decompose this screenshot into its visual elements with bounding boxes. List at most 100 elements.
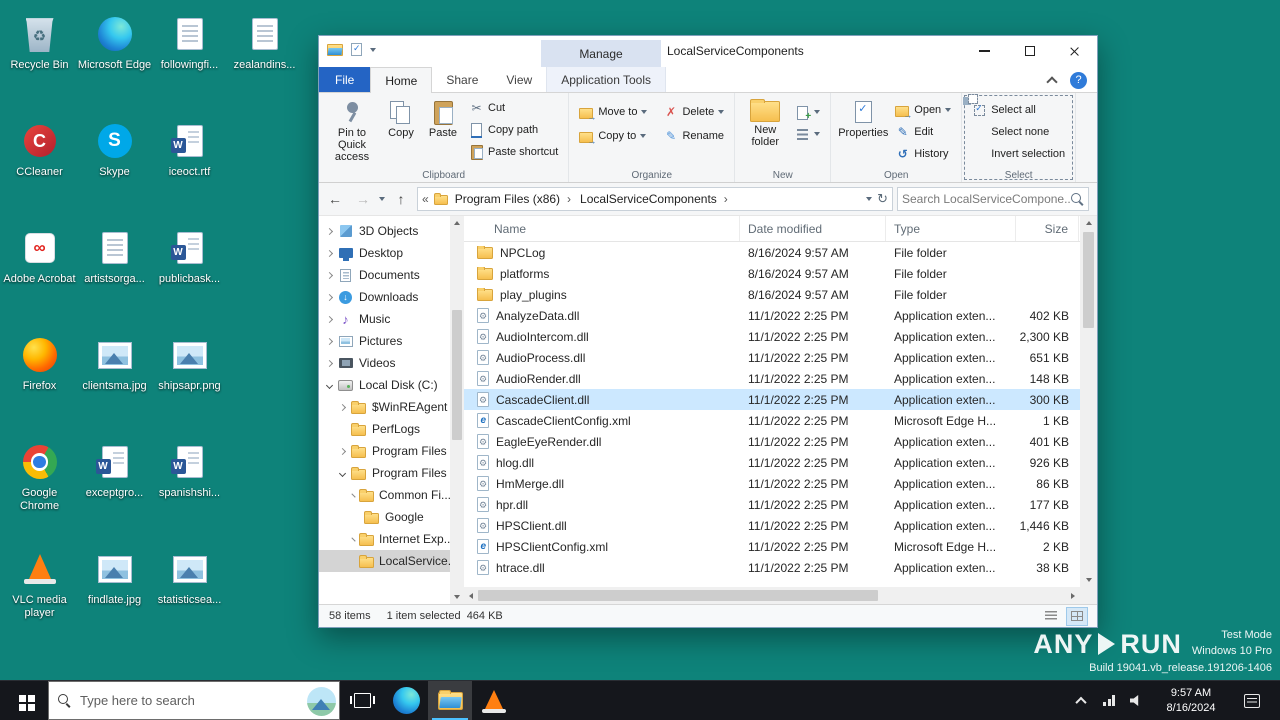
properties-qat-icon[interactable] bbox=[351, 43, 362, 56]
recent-locations-chevron-icon[interactable] bbox=[379, 197, 385, 201]
copy-button[interactable]: Copy bbox=[381, 96, 421, 142]
column-header-size[interactable]: Size bbox=[1016, 216, 1079, 241]
file-row[interactable]: AnalyzeData.dll 11/1/2022 2:25 PM Applic… bbox=[464, 305, 1080, 326]
file-row[interactable]: platforms 8/16/2024 9:57 AM File folder bbox=[464, 263, 1080, 284]
paste-shortcut-button[interactable]: Paste shortcut bbox=[465, 142, 562, 162]
desktop-icon[interactable]: findlate.jpg bbox=[77, 541, 152, 648]
properties-button[interactable]: Properties bbox=[837, 96, 889, 142]
folder-tree-item[interactable]: Desktop bbox=[319, 242, 450, 264]
scroll-down-icon[interactable] bbox=[450, 590, 464, 604]
folder-tree-item[interactable]: Music bbox=[319, 308, 450, 330]
minimize-button[interactable] bbox=[962, 36, 1007, 66]
file-row[interactable]: hlog.dll 11/1/2022 2:25 PM Application e… bbox=[464, 452, 1080, 473]
tab-application-tools[interactable]: Application Tools bbox=[546, 67, 666, 92]
edit-button[interactable]: Edit bbox=[891, 122, 955, 142]
desktop-icon[interactable]: CCleaner bbox=[2, 113, 77, 220]
expand-chevron-icon[interactable] bbox=[326, 315, 333, 322]
history-button[interactable]: History bbox=[891, 144, 955, 164]
desktop-icon[interactable]: publicbask... bbox=[152, 220, 227, 327]
expand-chevron-icon[interactable] bbox=[326, 293, 333, 300]
easy-access-button[interactable] bbox=[791, 124, 824, 144]
new-folder-button[interactable]: New folder bbox=[741, 96, 789, 151]
breadcrumb-segment[interactable]: Program Files (x86) bbox=[453, 192, 573, 206]
breadcrumb-segment[interactable]: LocalServiceComponents bbox=[578, 192, 730, 206]
close-button[interactable] bbox=[1052, 36, 1097, 66]
folder-tree-item[interactable]: Program Files bbox=[319, 462, 450, 484]
desktop-icon[interactable]: statisticsea... bbox=[152, 541, 227, 648]
network-button[interactable] bbox=[1096, 681, 1122, 720]
tab-home[interactable]: Home bbox=[370, 67, 432, 93]
file-row[interactable]: HPSClient.dll 11/1/2022 2:25 PM Applicat… bbox=[464, 515, 1080, 536]
folder-tree-item[interactable]: PerfLogs bbox=[319, 418, 450, 440]
file-row[interactable]: HPSClientConfig.xml 11/1/2022 2:25 PM Mi… bbox=[464, 536, 1080, 557]
breadcrumb-overflow-icon[interactable] bbox=[422, 192, 429, 206]
column-header-name[interactable]: Name bbox=[464, 216, 740, 241]
details-view-button[interactable] bbox=[1041, 608, 1061, 625]
expand-chevron-icon[interactable] bbox=[326, 249, 333, 256]
desktop-icon[interactable]: Skype bbox=[77, 113, 152, 220]
desktop-icon[interactable]: Adobe Acrobat bbox=[2, 220, 77, 327]
expand-chevron-icon[interactable] bbox=[339, 403, 346, 410]
volume-button[interactable] bbox=[1124, 681, 1150, 720]
file-row[interactable]: htrace.dll 11/1/2022 2:25 PM Application… bbox=[464, 557, 1080, 578]
desktop-icon[interactable]: Firefox bbox=[2, 327, 77, 434]
folder-tree-item[interactable]: Common Fi... bbox=[319, 484, 450, 506]
expand-chevron-icon[interactable] bbox=[351, 537, 355, 541]
desktop-icon[interactable]: Microsoft Edge bbox=[77, 6, 152, 113]
taskbar-search-box[interactable] bbox=[48, 681, 340, 720]
taskbar-edge-button[interactable] bbox=[384, 681, 428, 720]
desktop-icon[interactable]: Recycle Bin bbox=[2, 6, 77, 113]
address-dropdown-chevron-icon[interactable] bbox=[866, 197, 872, 201]
folder-tree-item[interactable]: Pictures bbox=[319, 330, 450, 352]
scrollbar-thumb[interactable] bbox=[478, 590, 878, 601]
file-row[interactable]: CascadeClient.dll 11/1/2022 2:25 PM Appl… bbox=[464, 389, 1080, 410]
folder-tree-item[interactable]: Internet Exp... bbox=[319, 528, 450, 550]
scroll-right-icon[interactable] bbox=[1066, 589, 1080, 603]
file-row[interactable]: AudioIntercom.dll 11/1/2022 2:25 PM Appl… bbox=[464, 326, 1080, 347]
refresh-icon[interactable] bbox=[877, 191, 888, 207]
desktop-icon[interactable]: exceptgro... bbox=[77, 434, 152, 541]
folder-tree-item[interactable]: 3D Objects bbox=[319, 220, 450, 242]
file-row[interactable]: CascadeClientConfig.xml 11/1/2022 2:25 P… bbox=[464, 410, 1080, 431]
taskbar-explorer-button[interactable] bbox=[428, 681, 472, 720]
file-row[interactable]: hpr.dll 11/1/2022 2:25 PM Application ex… bbox=[464, 494, 1080, 515]
expand-chevron-icon[interactable] bbox=[326, 359, 333, 366]
move-to-button[interactable]: Move to bbox=[575, 102, 651, 122]
explorer-search-box[interactable] bbox=[897, 187, 1089, 211]
cut-button[interactable]: Cut bbox=[465, 98, 562, 118]
expand-chevron-icon[interactable] bbox=[351, 493, 355, 497]
column-header-date-modified[interactable]: Date modified bbox=[740, 216, 886, 241]
folder-tree-item[interactable]: Documents bbox=[319, 264, 450, 286]
delete-button[interactable]: Delete bbox=[659, 102, 728, 122]
folder-tree-item[interactable]: LocalService... bbox=[319, 550, 450, 572]
paste-button[interactable]: Paste bbox=[423, 96, 463, 142]
desktop-icon[interactable]: followingfi... bbox=[152, 6, 227, 113]
expand-chevron-icon[interactable] bbox=[326, 227, 333, 234]
scroll-down-icon[interactable] bbox=[1080, 573, 1097, 587]
forward-button[interactable]: → bbox=[351, 187, 375, 211]
select-none-button[interactable]: Select none bbox=[968, 122, 1069, 142]
action-center-button[interactable] bbox=[1232, 694, 1272, 708]
copy-path-button[interactable]: Copy path bbox=[465, 120, 562, 140]
folder-tree-item[interactable]: Videos bbox=[319, 352, 450, 374]
weather-widget-icon[interactable] bbox=[307, 687, 336, 716]
address-breadcrumb-field[interactable]: Program Files (x86) LocalServiceComponen… bbox=[417, 187, 893, 211]
explorer-icon[interactable] bbox=[327, 44, 343, 56]
rename-button[interactable]: Rename bbox=[659, 126, 728, 146]
file-row[interactable]: HmMerge.dll 11/1/2022 2:25 PM Applicatio… bbox=[464, 473, 1080, 494]
scroll-left-icon[interactable] bbox=[464, 589, 478, 603]
expand-chevron-icon[interactable] bbox=[339, 447, 346, 454]
horizontal-scrollbar[interactable] bbox=[464, 587, 1080, 604]
tab-view[interactable]: View bbox=[492, 67, 546, 92]
desktop-icon[interactable]: shipsapr.png bbox=[152, 327, 227, 434]
file-row[interactable]: play_plugins 8/16/2024 9:57 AM File fold… bbox=[464, 284, 1080, 305]
scrollbar-thumb[interactable] bbox=[452, 310, 462, 440]
qat-chevron-down-icon[interactable] bbox=[370, 48, 376, 52]
collapse-ribbon-icon[interactable] bbox=[1046, 76, 1057, 87]
taskbar-vlc-button[interactable] bbox=[472, 681, 516, 720]
tray-overflow-button[interactable] bbox=[1068, 681, 1094, 720]
desktop-icon[interactable]: clientsma.jpg bbox=[77, 327, 152, 434]
scroll-up-icon[interactable] bbox=[450, 216, 464, 230]
column-header-type[interactable]: Type bbox=[886, 216, 1016, 241]
open-button[interactable]: Open bbox=[891, 100, 955, 120]
